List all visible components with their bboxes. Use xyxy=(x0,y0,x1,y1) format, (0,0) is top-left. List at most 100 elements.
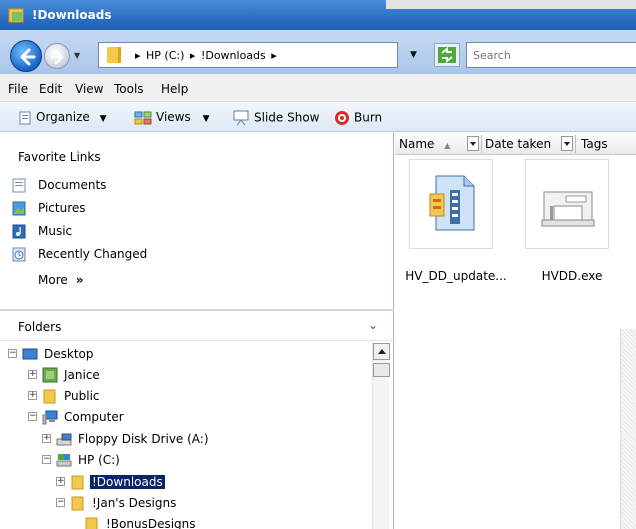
menu-view[interactable]: View xyxy=(75,82,103,96)
projector-screen-icon xyxy=(233,110,249,126)
recent-pages-dropdown-icon[interactable]: ▼ xyxy=(74,51,82,60)
more-label: More xyxy=(38,273,68,287)
user-icon xyxy=(42,367,58,383)
burn-button[interactable]: Burn xyxy=(334,110,382,126)
collapse-toggle[interactable]: − xyxy=(8,349,17,358)
forward-button[interactable] xyxy=(44,43,70,69)
address-dropdown-icon[interactable]: ▼ xyxy=(410,50,417,60)
favorite-label: Music xyxy=(38,224,73,238)
folders-heading: Folders xyxy=(18,320,62,334)
tree-label: !BonusDesigns xyxy=(106,517,196,529)
menu-tools[interactable]: Tools xyxy=(114,82,144,96)
burn-label: Burn xyxy=(354,110,383,125)
scroll-thumb[interactable] xyxy=(373,363,390,377)
column-name-filter-dropdown[interactable] xyxy=(467,136,479,151)
organize-label: Organize xyxy=(36,110,90,124)
scroll-up-button[interactable] xyxy=(373,343,390,360)
slide-show-button[interactable]: Slide Show xyxy=(232,110,319,126)
organize-dropdown-icon: ▼ xyxy=(99,114,107,124)
organize-icon xyxy=(19,111,31,124)
menu-edit[interactable]: Edit xyxy=(39,82,62,96)
window-title: !Downloads xyxy=(32,8,112,22)
sewing-machine-icon xyxy=(541,191,595,227)
back-button[interactable] xyxy=(10,40,42,72)
slide-show-label: Slide Show xyxy=(254,110,320,125)
folders-scrollbar[interactable] xyxy=(372,343,390,529)
collapse-toggle[interactable]: − xyxy=(42,455,51,464)
column-name[interactable]: Name ▲ xyxy=(399,137,450,151)
breadcrumb-separator[interactable]: ▸ xyxy=(135,49,141,62)
chevron-down-icon[interactable]: ⌄ xyxy=(368,318,378,332)
menu-file[interactable]: File xyxy=(8,82,28,96)
file-thumbnail xyxy=(525,159,609,249)
desktop-icon xyxy=(22,348,38,360)
pictures-icon xyxy=(12,201,26,216)
file-name: HVDD.exe xyxy=(541,269,603,283)
favorite-label: Recently Changed xyxy=(38,247,148,261)
search-field[interactable] xyxy=(466,42,636,68)
organize-button[interactable]: Organize ▼ xyxy=(18,110,107,125)
favorite-links-heading: Favorite Links xyxy=(18,150,101,164)
music-icon xyxy=(12,224,26,239)
floppy-icon xyxy=(56,433,72,446)
column-tags[interactable]: Tags xyxy=(581,137,608,151)
folder-icon xyxy=(107,47,121,63)
collapse-toggle[interactable]: − xyxy=(56,498,65,507)
column-date-filter-dropdown[interactable] xyxy=(561,136,573,151)
menu-bar: File Edit View Tools Help xyxy=(0,74,636,102)
expand-toggle[interactable]: + xyxy=(28,391,37,400)
tree-label: Computer xyxy=(64,410,124,424)
collapse-toggle[interactable]: − xyxy=(28,412,37,421)
file-list-scrollbar-track[interactable] xyxy=(620,329,636,529)
tree-label-selected: !Downloads xyxy=(90,475,165,489)
computer-icon xyxy=(42,410,58,425)
folder-icon xyxy=(71,475,84,490)
burn-disc-icon xyxy=(335,111,349,125)
tree-label: HP (C:) xyxy=(78,453,120,467)
folder-icon xyxy=(43,389,56,404)
refresh-button[interactable] xyxy=(434,43,460,67)
refresh-icon xyxy=(438,47,456,63)
expand-toggle[interactable]: + xyxy=(28,370,37,379)
folder-icon xyxy=(8,8,24,23)
forward-arrow-icon xyxy=(50,49,64,65)
file-thumbnail xyxy=(409,159,493,249)
breadcrumb-separator[interactable]: ▸ xyxy=(271,49,277,62)
favorite-label: Pictures xyxy=(38,201,86,215)
file-name: HV_DD_update... xyxy=(405,269,507,283)
documents-icon xyxy=(12,178,26,193)
back-arrow-icon xyxy=(20,48,36,66)
more-links-button[interactable]: More » xyxy=(38,273,84,287)
tree-label: !Jan's Designs xyxy=(92,496,177,510)
command-bar: Organize ▼ Views ▼ Slide Show Burn xyxy=(0,102,636,132)
views-icon xyxy=(134,111,152,124)
background-window-strip xyxy=(386,0,636,9)
breadcrumb-separator[interactable]: ▸ xyxy=(190,49,196,62)
title-bar: !Downloads xyxy=(0,0,636,30)
tree-label: Public xyxy=(64,389,100,403)
expand-toggle[interactable]: + xyxy=(56,477,65,486)
column-separator[interactable] xyxy=(481,135,482,153)
drive-icon xyxy=(56,454,72,467)
folders-header[interactable]: Folders ⌄ xyxy=(0,313,394,341)
recently-changed-icon xyxy=(12,247,26,262)
tree-label: Desktop xyxy=(44,347,94,361)
column-separator[interactable] xyxy=(575,135,576,153)
tree-label: Janice xyxy=(64,368,100,382)
tree-label: Floppy Disk Drive (A:) xyxy=(78,432,209,446)
file-list-pane: Name ▲ Date taken Tags HV_DD_update... H… xyxy=(395,133,636,529)
breadcrumb-downloads[interactable]: !Downloads xyxy=(201,49,266,62)
column-name-label: Name xyxy=(399,137,435,151)
address-field[interactable]: ▸ HP (C:) ▸ !Downloads ▸ xyxy=(98,42,398,68)
column-header-bar: Name ▲ Date taken Tags xyxy=(395,133,636,155)
breadcrumb-hp-c[interactable]: HP (C:) xyxy=(146,49,184,62)
pane-splitter[interactable] xyxy=(0,309,394,311)
views-button[interactable]: Views ▼ xyxy=(134,110,209,125)
favorite-label: Documents xyxy=(38,178,107,192)
column-date-taken[interactable]: Date taken xyxy=(485,137,551,151)
expand-toggle[interactable]: + xyxy=(42,434,51,443)
search-input[interactable] xyxy=(473,44,633,66)
folder-icon xyxy=(85,517,98,529)
navigation-pane: Favorite Links Documents Pictures Music … xyxy=(0,133,394,529)
menu-help[interactable]: Help xyxy=(161,82,188,96)
